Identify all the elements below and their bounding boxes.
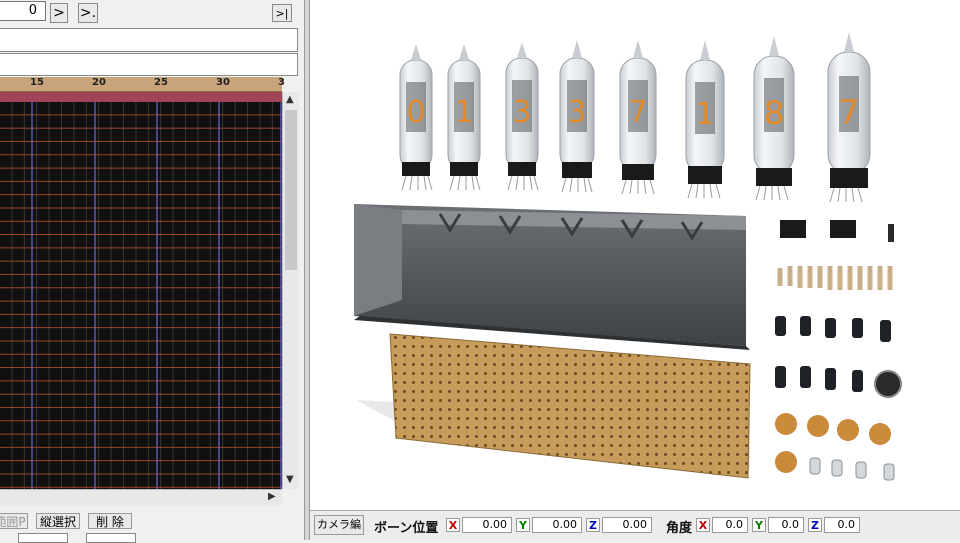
angle-y-input[interactable]: 0.0 [768,517,804,533]
pos-y-axis-label: Y [516,518,530,532]
tube-digit: 3 [567,95,586,130]
trimmer-parts [809,457,895,481]
timeline-panel: 0 > >. >| 15 20 25 30 3 ▲ ▼ ▶ 範囲P 縦選択 削 … [0,0,304,543]
next-frame-button[interactable]: > [50,3,68,23]
frame-number-input[interactable]: 0 [0,1,46,21]
tube-digit: 1 [695,97,714,132]
last-frame-button[interactable]: >| [272,4,292,22]
delete-button[interactable]: 削 除 [88,513,132,529]
ruler-tick: 20 [92,77,106,88]
position-y-input[interactable]: 0.00 [532,517,582,533]
ruler-tick: 3 [278,77,285,88]
bone-position-label: ボーン位置 [374,521,439,536]
vertical-select-button[interactable]: 縦選択 [36,513,80,529]
scroll-up-icon[interactable]: ▲ [286,94,294,105]
position-z-input[interactable]: 0.00 [602,517,652,533]
position-x-input[interactable]: 0.00 [462,517,512,533]
camera-edit-button[interactable]: カメラ編 [314,515,364,535]
angle-x-input[interactable]: 0.0 [712,517,748,533]
next-keyframe-button[interactable]: >. [78,3,98,23]
angle-z-axis-label: Z [808,518,822,532]
tube-digit: 1 [454,95,473,130]
pos-z-axis-label: Z [586,518,600,532]
tube-digit: 7 [628,95,647,130]
timeline-vertical-scrollbar[interactable]: ▲ ▼ [282,92,299,489]
range-end-field[interactable] [86,533,136,543]
model-field-top[interactable] [0,28,298,52]
range-start-field[interactable] [18,533,68,543]
scroll-down-icon[interactable]: ▼ [286,474,294,485]
ruler-tick: 25 [154,77,168,88]
nixie-tube: 7 [827,32,871,203]
nixie-tube: 3 [559,40,595,193]
angle-label: 角度 [666,521,693,536]
3d-viewport[interactable]: 0 1 3 3 7 1 8 7 [310,0,960,510]
nixie-tube: 1 [447,44,481,191]
perfboard [356,333,751,479]
tube-digit: 3 [512,95,531,130]
timeline-horizontal-scrollbar[interactable]: ▶ [0,489,282,506]
ruler-tick: 15 [30,77,44,88]
nixie-tube: 1 [685,40,725,199]
scroll-right-icon[interactable]: ▶ [268,491,276,502]
angle-z-input[interactable]: 0.0 [824,517,860,533]
scene-render: 0 1 3 3 7 1 8 7 [354,32,902,481]
nixie-tube: 0 [399,44,433,191]
tube-digit: 7 [838,93,860,133]
frame-ruler[interactable]: 15 20 25 30 3 [0,77,285,92]
range-select-button[interactable]: 範囲P [0,513,28,529]
resistor-row [777,266,893,290]
ic-chip [780,220,894,242]
tube-digit: 8 [764,94,784,132]
ruler-tick: 30 [216,77,230,88]
electrolytic-capacitors [775,316,902,398]
nixie-tube: 3 [505,42,539,191]
model-field-bottom[interactable] [0,53,298,76]
selected-row-bar [0,92,282,102]
pos-x-axis-label: X [446,518,460,532]
angle-x-axis-label: X [696,518,710,532]
angle-y-axis-label: Y [752,518,766,532]
nixie-tube: 7 [619,40,657,195]
tube-digit: 0 [406,95,425,130]
transform-bar: カメラ編 ボーン位置 X 0.00 Y 0.00 Z 0.00 角度 X 0.0… [310,510,960,540]
scrollbar-thumb[interactable] [285,110,297,270]
enclosure-case [354,204,750,350]
keyframe-grid[interactable] [0,102,282,489]
nixie-tube: 8 [753,36,795,201]
